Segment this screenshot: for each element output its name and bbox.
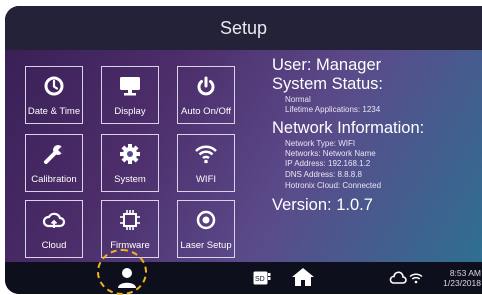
- lifetime-applications: Lifetime Applications: 1234: [285, 105, 381, 114]
- tile-label: System: [114, 174, 146, 185]
- gear-icon: [102, 143, 158, 167]
- cloud-icon[interactable]: [389, 271, 407, 290]
- tile-label: Display: [114, 106, 146, 117]
- system-status-title: System Status:: [272, 75, 383, 93]
- clock-icon: [26, 75, 82, 99]
- wifi-icon[interactable]: [409, 271, 423, 289]
- setup-panel: Date & Time Display Auto On/Off Calibrat…: [5, 50, 482, 262]
- svg-text:SD: SD: [255, 276, 265, 283]
- user-label: User: Manager: [272, 56, 382, 74]
- time-text: 8:53 AM: [449, 268, 481, 278]
- tile-label: Cloud: [41, 240, 67, 251]
- tile-label: WIFI: [195, 174, 217, 185]
- monitor-icon: [102, 75, 158, 99]
- ip-address: IP Address: 192.168.1.2: [285, 159, 371, 168]
- date-text: 1/23/2018: [443, 278, 481, 288]
- title-bar: Setup: [5, 6, 482, 50]
- power-icon: [178, 75, 234, 99]
- dns-address: DNS Address: 8.8.8.8: [285, 170, 362, 179]
- tile-auto-on-off[interactable]: Auto On/Off: [177, 66, 235, 124]
- target-icon: [178, 209, 234, 233]
- tile-calibration[interactable]: Calibration: [25, 134, 83, 192]
- tile-label: Laser Setup: [180, 240, 232, 251]
- tile-label: Calibration: [31, 174, 77, 185]
- network-type: Network Type: WIFI: [285, 139, 356, 148]
- tile-label: Auto On/Off: [181, 106, 231, 117]
- tile-cloud[interactable]: Cloud: [25, 200, 83, 258]
- home-icon[interactable]: [291, 267, 315, 292]
- chip-icon: [102, 209, 158, 233]
- wifi-icon: [178, 143, 234, 167]
- wrench-icon: [26, 143, 82, 167]
- sd-card-icon[interactable]: SD: [253, 271, 271, 290]
- status-value: Normal: [285, 95, 311, 104]
- clock-readout: 8:53 AM 1/23/2018: [423, 268, 481, 288]
- user-button-highlight[interactable]: [97, 249, 147, 295]
- device-screen: Setup Date & Time Display Auto On/Off Ca…: [5, 6, 482, 294]
- cloud-status: Hotronix Cloud: Connected: [285, 181, 382, 190]
- version-label: Version: 1.0.7: [272, 196, 373, 214]
- bottom-bar: SD 8:53 AM 1/23/2018: [5, 262, 482, 294]
- tile-system[interactable]: System: [101, 134, 159, 192]
- page-title: Setup: [219, 17, 268, 38]
- cloud-icon: [26, 209, 82, 233]
- network-info-title: Network Information:: [272, 119, 425, 137]
- tile-label: Date & Time: [27, 106, 81, 117]
- network-name: Networks: Network Name: [285, 149, 376, 158]
- tile-laser-setup[interactable]: Laser Setup: [177, 200, 235, 258]
- tile-wifi[interactable]: WIFI: [177, 134, 235, 192]
- tile-display[interactable]: Display: [101, 66, 159, 124]
- tile-date-time[interactable]: Date & Time: [25, 66, 83, 124]
